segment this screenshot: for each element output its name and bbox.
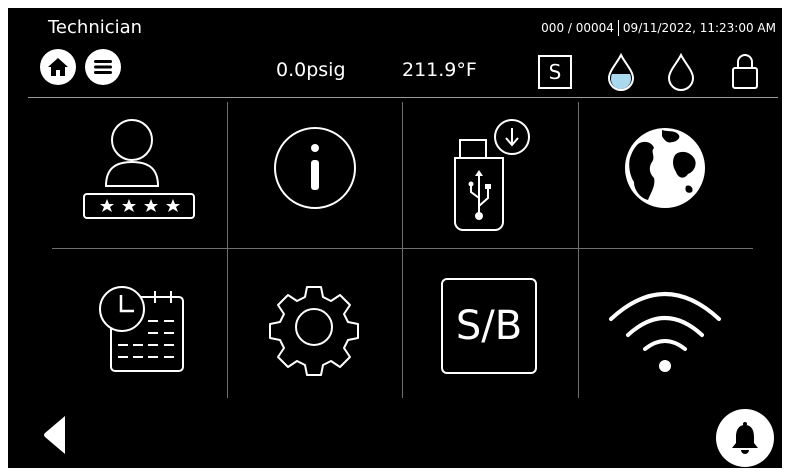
info-icon	[274, 127, 356, 209]
hamburger-icon	[94, 60, 112, 74]
tile-wifi[interactable]	[578, 249, 753, 398]
home-button[interactable]	[40, 49, 76, 85]
screen: Technician 000 / 00004 09/11/2022, 11:23…	[8, 8, 782, 468]
tile-language[interactable]	[578, 102, 753, 248]
standby-icon: S/B	[441, 278, 537, 374]
bell-icon	[732, 422, 758, 454]
temperature-reading: 211.9°F	[402, 59, 477, 81]
tile-date-time[interactable]	[52, 249, 227, 398]
calendar-clock-icon	[99, 286, 184, 372]
user-role-label: Technician	[48, 17, 143, 38]
header-separator	[617, 20, 619, 36]
home-icon	[48, 58, 68, 76]
header-divider	[28, 97, 778, 98]
usb-download-icon	[454, 119, 530, 231]
tile-settings[interactable]	[227, 249, 402, 398]
tile-standby[interactable]: S/B	[402, 249, 578, 398]
back-arrow-icon[interactable]	[42, 414, 68, 456]
lock-icon[interactable]	[731, 52, 759, 90]
water-drop-filled-icon	[607, 52, 635, 91]
alarm-button[interactable]	[716, 409, 774, 467]
mode-badge[interactable]: S	[538, 55, 572, 89]
menu-button[interactable]	[85, 49, 121, 85]
pressure-reading: 0.0psig	[276, 59, 346, 81]
user-password-icon	[83, 119, 195, 219]
water-drop-outline-icon	[667, 52, 695, 91]
tile-user-password[interactable]	[52, 102, 227, 248]
header-info: 000 / 00004 09/11/2022, 11:23:00 AM	[541, 20, 776, 36]
tile-info[interactable]	[227, 102, 402, 248]
wifi-icon	[609, 292, 721, 372]
cycle-counter: 000 / 00004	[541, 21, 614, 35]
globe-icon	[625, 128, 705, 208]
gear-icon	[269, 286, 359, 376]
tile-usb-download[interactable]	[402, 102, 578, 248]
date-time: 09/11/2022, 11:23:00 AM	[622, 21, 776, 35]
